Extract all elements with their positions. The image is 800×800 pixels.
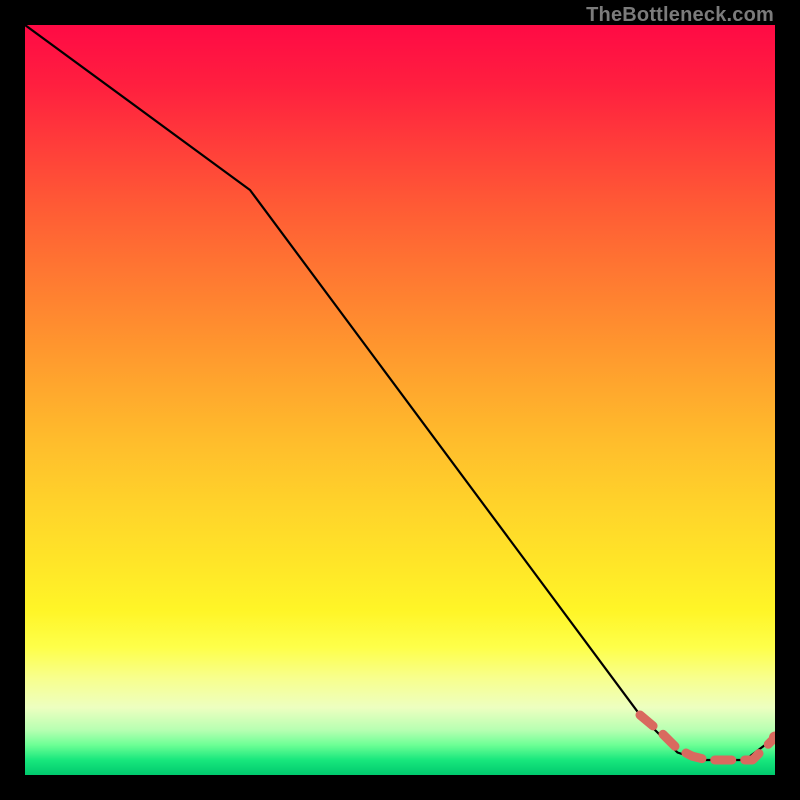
series-optimal-zone: [640, 715, 775, 760]
optimal-point-marker: [769, 732, 775, 744]
series-bottleneck-curve: [25, 25, 775, 760]
chart-stage: TheBottleneck.com: [0, 0, 800, 800]
watermark-text: TheBottleneck.com: [586, 4, 774, 27]
chart-svg: [25, 25, 775, 775]
plot-area: [25, 25, 775, 775]
